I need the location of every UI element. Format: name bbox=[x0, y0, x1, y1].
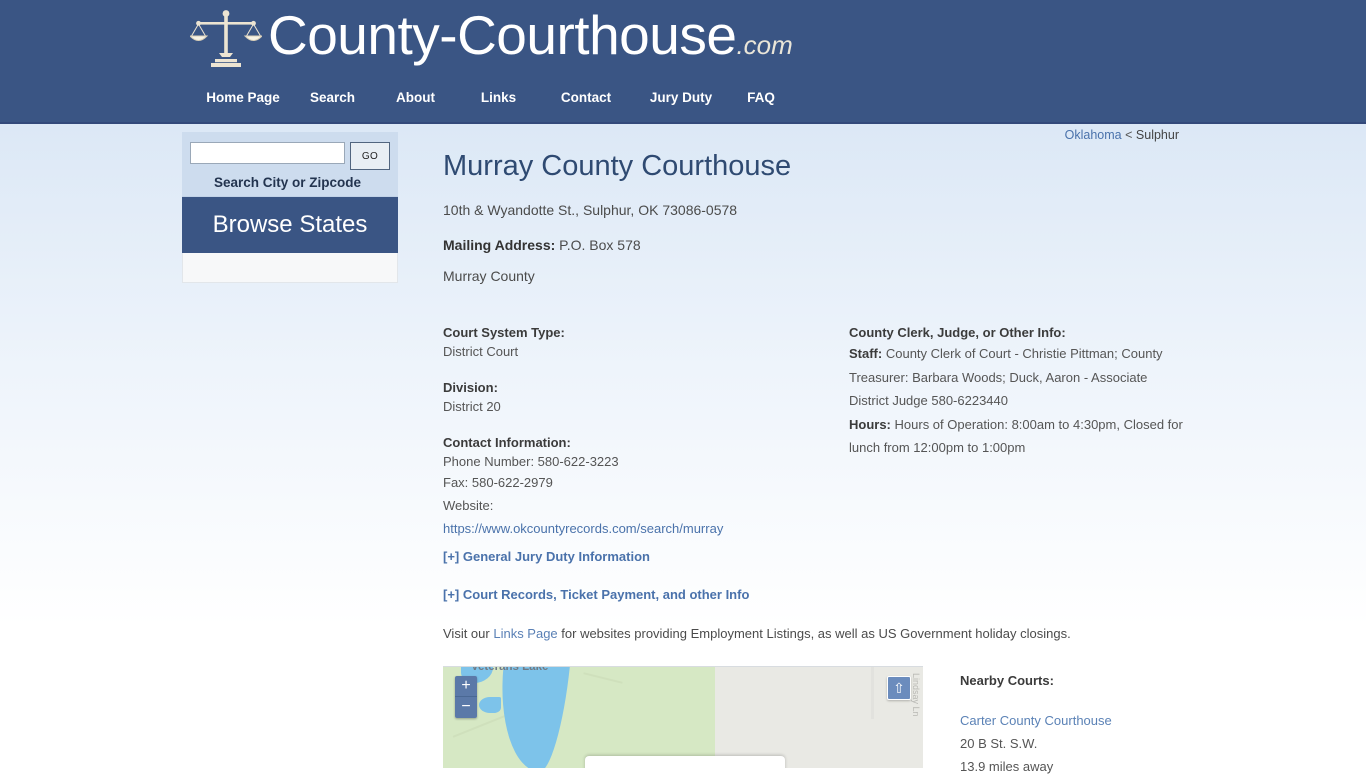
map-side-road-label: Lindsay Ln bbox=[911, 673, 921, 717]
sidebar-search-box: GO Search City or Zipcode bbox=[182, 132, 398, 197]
browse-states-button[interactable]: Browse States bbox=[182, 197, 398, 253]
nav-item-home-page[interactable]: Home Page bbox=[196, 90, 290, 105]
main-navigation: Home Page Search About Links Contact Jur… bbox=[196, 90, 791, 105]
hours-info: Hours: Hours of Operation: 8:00am to 4:3… bbox=[849, 413, 1183, 460]
brand-name: County-Courthouse bbox=[268, 4, 737, 66]
staff-info: Staff: County Clerk of Court - Christie … bbox=[849, 342, 1183, 413]
main-content: Oklahoma < Sulphur Murray County Courtho… bbox=[443, 124, 1183, 684]
breadcrumb-state-link[interactable]: Oklahoma bbox=[1065, 128, 1122, 142]
staff-value: County Clerk of Court - Christie Pittman… bbox=[849, 346, 1163, 408]
hours-value: Hours of Operation: 8:00am to 4:30pm, Cl… bbox=[849, 416, 1183, 456]
contact-information-group: Contact Information: Phone Number: 580-6… bbox=[443, 433, 833, 540]
sidebar: GO Search City or Zipcode Browse States bbox=[182, 132, 398, 283]
map-zoom-out-button[interactable]: − bbox=[455, 697, 477, 718]
nav-item-faq[interactable]: FAQ bbox=[731, 90, 791, 105]
phone-number: Phone Number: 580-622-3223 bbox=[443, 454, 619, 469]
hours-label: Hours: bbox=[849, 416, 891, 432]
location-map[interactable]: Veterans Lake Lindsay Ln + − ⇧ bbox=[443, 666, 923, 768]
links-note-suffix: for websites providing Employment Listin… bbox=[557, 626, 1071, 641]
map-label-veterans-lake: Veterans Lake bbox=[471, 666, 549, 673]
county-name: Murray County bbox=[443, 268, 535, 284]
expander-court-records[interactable]: [+] Court Records, Ticket Payment, and o… bbox=[443, 587, 1183, 602]
sidebar-placeholder-panel bbox=[182, 253, 398, 283]
nav-item-jury-duty[interactable]: Jury Duty bbox=[631, 90, 731, 105]
nearby-courts-title: Nearby Courts: bbox=[960, 673, 1054, 688]
search-go-button[interactable]: GO bbox=[350, 142, 390, 170]
links-note-prefix: Visit our bbox=[443, 626, 494, 641]
mailing-address-label: Mailing Address: bbox=[443, 237, 556, 253]
contact-information-label: Contact Information: bbox=[443, 435, 571, 450]
site-header: County-Courthouse.com Home Page Search A… bbox=[0, 0, 1366, 124]
expander-general-jury-duty[interactable]: [+] General Jury Duty Information bbox=[443, 549, 1183, 564]
map-info-popup[interactable] bbox=[585, 756, 785, 768]
division-value: District 20 bbox=[443, 399, 501, 414]
breadcrumb: Oklahoma < Sulphur bbox=[1065, 128, 1179, 142]
details-right-column: County Clerk, Judge, or Other Info: Staf… bbox=[849, 323, 1183, 460]
links-page-link[interactable]: Links Page bbox=[493, 626, 557, 641]
court-system-group: Court System Type: District Court bbox=[443, 323, 833, 361]
map-water-branch bbox=[479, 697, 501, 713]
division-label: Division: bbox=[443, 380, 498, 395]
links-page-note: Visit our Links Page for websites provid… bbox=[443, 625, 1183, 643]
map-zoom-controls: + − bbox=[455, 676, 477, 718]
clerk-judge-label: County Clerk, Judge, or Other Info: bbox=[849, 325, 1066, 340]
map-road-vertical bbox=[871, 667, 874, 719]
nearby-court-distance: 13.9 miles away bbox=[960, 759, 1054, 774]
breadcrumb-city: Sulphur bbox=[1135, 128, 1179, 142]
website-label: Website: bbox=[443, 498, 494, 513]
brand-title: County-Courthouse.com bbox=[268, 6, 793, 74]
nearby-courts-section: Nearby Courts: Carter County Courthouse … bbox=[960, 672, 1220, 778]
map-zoom-in-button[interactable]: + bbox=[455, 676, 477, 697]
brand-tld: .com bbox=[736, 30, 793, 60]
fax-number: Fax: 580-622-2979 bbox=[443, 475, 553, 490]
mailing-address: Mailing Address: P.O. Box 578 bbox=[443, 236, 1183, 254]
breadcrumb-separator: < bbox=[1125, 128, 1133, 142]
nav-item-search[interactable]: Search bbox=[290, 90, 375, 105]
nearby-court-link[interactable]: Carter County Courthouse bbox=[960, 709, 1220, 732]
website-url-link[interactable]: https://www.okcountyrecords.com/search/m… bbox=[443, 517, 723, 540]
search-caption: Search City or Zipcode bbox=[213, 175, 362, 190]
search-input[interactable] bbox=[190, 142, 345, 164]
court-system-value: District Court bbox=[443, 344, 519, 359]
staff-label: Staff: bbox=[849, 346, 883, 361]
site-logo[interactable]: County-Courthouse.com bbox=[190, 4, 793, 76]
nav-item-about[interactable]: About bbox=[375, 90, 456, 105]
scales-of-justice-icon bbox=[190, 10, 262, 67]
details-columns: Court System Type: District Court Divisi… bbox=[443, 323, 1183, 684]
nav-item-contact[interactable]: Contact bbox=[541, 90, 631, 105]
map-fullscreen-button[interactable]: ⇧ bbox=[887, 676, 911, 700]
street-address: 10th & Wyandotte St., Sulphur, OK 73086-… bbox=[443, 202, 738, 218]
nav-item-links[interactable]: Links bbox=[456, 90, 541, 105]
division-group: Division: District 20 bbox=[443, 378, 833, 416]
mailing-address-value: P.O. Box 578 bbox=[559, 237, 641, 253]
map-land-region bbox=[443, 667, 715, 768]
court-system-label: Court System Type: bbox=[443, 325, 565, 340]
details-left-column: Court System Type: District Court Divisi… bbox=[443, 323, 833, 540]
nearby-court-address: 20 B St. S.W. bbox=[960, 736, 1038, 751]
